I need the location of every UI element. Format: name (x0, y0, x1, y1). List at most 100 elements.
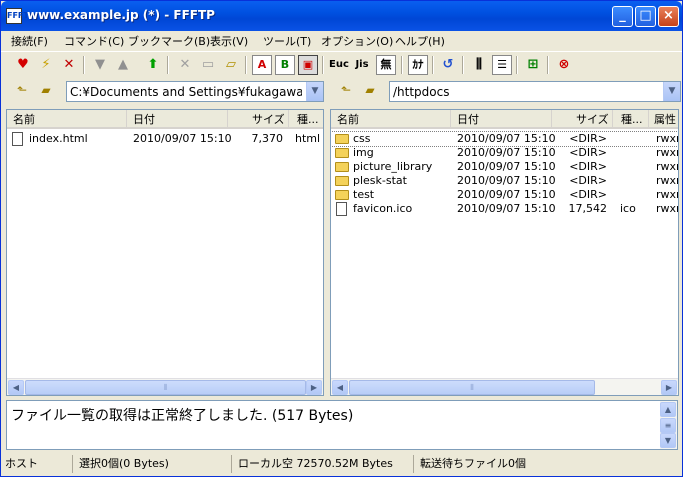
column-size[interactable]: サイズ (552, 110, 613, 129)
remote-file-list[interactable]: 名前 日付 サイズ 種... 属性 css 2010/09/07 15:10 <DI… (330, 109, 679, 396)
local-open-folder-icon[interactable]: ▰ (37, 82, 55, 98)
file-attr: rwxr (656, 146, 679, 159)
remote-parent-folder-icon[interactable]: ⬑ (337, 82, 355, 98)
scroll-left-icon[interactable]: ◀ (332, 380, 348, 395)
status-local-free: ローカル空 72570.52M Bytes (234, 455, 414, 473)
new-folder-icon[interactable]: ▱ (221, 55, 241, 75)
host-euc-icon[interactable]: Euc (329, 55, 349, 75)
scroll-down-icon[interactable]: ▼ (660, 433, 676, 448)
scroll-right-icon[interactable]: ▶ (661, 380, 677, 395)
column-size[interactable]: サイズ (228, 110, 289, 129)
column-type[interactable]: 種... (289, 110, 323, 129)
download-icon[interactable]: ▼ (90, 55, 110, 75)
file-name: img (353, 146, 374, 159)
file-icon (12, 132, 23, 146)
menu-options[interactable]: オプション(O) (321, 33, 393, 49)
local-parent-folder-icon[interactable]: ⬑ (13, 82, 31, 98)
close-button[interactable]: × (658, 6, 679, 27)
file-size: 7,370 (251, 132, 284, 145)
list-item[interactable]: plesk-stat 2010/09/07 15:10 <DIR> rwxr (331, 174, 678, 188)
list-item[interactable]: test 2010/09/07 15:10 <DIR> rwxr (331, 188, 678, 202)
minimize-button[interactable]: _ (612, 6, 633, 27)
column-name[interactable]: 名前 (331, 110, 451, 129)
list-item[interactable]: index.html 2010/09/07 15:10 7,370 html (7, 132, 323, 146)
local-file-list[interactable]: 名前 日付 サイズ 種... index.html 2010/09/07 15:… (6, 109, 324, 396)
file-size: <DIR> (569, 146, 607, 159)
file-attr: rwxr (656, 160, 679, 173)
sync-folder-icon[interactable]: ⊞ (523, 55, 543, 75)
detail-view-icon[interactable]: ☰ (492, 55, 512, 75)
kana-convert-icon[interactable]: ｶﾅ (408, 55, 428, 75)
menu-connect[interactable]: 接続(F) (11, 33, 48, 49)
status-bar: ホスト 選択0個(0 Bytes) ローカル空 72570.52M Bytes … (1, 453, 682, 476)
file-attr: rwxr (656, 188, 679, 201)
menu-bar: 接続(F) コマンド(C) ブックマーク(B) 表示(V) ツール(T) オプシ… (1, 31, 682, 50)
file-size: <DIR> (569, 174, 607, 187)
local-path-bar: ⬑ ▰ C:¥Documents and Settings¥fukagawa¥M… (1, 79, 327, 103)
file-date: 2010/09/07 15:10 (457, 132, 556, 145)
column-date[interactable]: 日付 (451, 110, 552, 129)
local-path-combo[interactable]: C:¥Documents and Settings¥fukagawa¥My Do… (66, 81, 324, 102)
column-attr[interactable]: 属性 (649, 110, 678, 129)
host-jis-icon[interactable]: Jis (352, 55, 372, 75)
upload-icon[interactable]: ▲ (113, 55, 133, 75)
file-date: 2010/09/07 15:10 (457, 146, 556, 159)
menu-view[interactable]: 表示(V) (210, 33, 248, 49)
scroll-right-icon[interactable]: ▶ (306, 380, 322, 395)
log-vertical-scrollbar[interactable]: ▲ ≡ ▼ (660, 401, 677, 449)
remote-path-bar: ⬑ ▰ /httpdocs ▼ (331, 79, 682, 103)
chevron-down-icon[interactable]: ▼ (663, 82, 680, 101)
log-message: ファイル一覧の取得は正常終了しました. (517 Bytes) (11, 408, 354, 424)
toolbar-separator (401, 56, 403, 74)
binary-mode-icon[interactable]: B (275, 55, 295, 75)
local-path-text: C:¥Documents and Settings¥fukagawa¥My Do… (70, 85, 302, 99)
list-view-icon[interactable]: ⫼ (469, 55, 489, 75)
folder-icon (335, 190, 349, 200)
file-date: 2010/09/07 15:10 (457, 202, 556, 215)
remote-open-folder-icon[interactable]: ▰ (361, 82, 379, 98)
toolbar-separator (83, 56, 85, 74)
ascii-mode-icon[interactable]: A (252, 55, 272, 75)
log-panel[interactable]: ファイル一覧の取得は正常終了しました. (517 Bytes) ▲ ≡ ▼ (6, 400, 678, 450)
refresh-icon[interactable]: ↺ (438, 55, 458, 75)
local-horizontal-scrollbar[interactable]: ◀ ⦀ ▶ (7, 378, 323, 395)
connect-icon[interactable]: ♥ (13, 55, 33, 75)
scroll-up-icon[interactable]: ▲ (660, 402, 676, 417)
scroll-thumb[interactable]: ⦀ (349, 380, 595, 395)
list-item[interactable]: picture_library 2010/09/07 15:10 <DIR> rwxr (331, 160, 678, 174)
scroll-thumb[interactable]: ≡ (660, 418, 676, 433)
remote-path-combo[interactable]: /httpdocs ▼ (389, 81, 681, 102)
menu-help[interactable]: ヘルプ(H) (395, 33, 445, 49)
disconnect-icon[interactable]: ✕ (59, 55, 79, 75)
list-item[interactable]: favicon.ico 2010/09/07 15:10 17,542 ico rwxr (331, 202, 678, 216)
rename-icon[interactable]: ▭ (198, 55, 218, 75)
mirror-upload-icon[interactable]: ⬆ (143, 55, 163, 75)
remote-list-header: 名前 日付 サイズ 種... 属性 (331, 110, 678, 129)
menu-command[interactable]: コマンド(C) (64, 33, 124, 49)
file-type: html (295, 132, 321, 145)
list-item[interactable]: css 2010/09/07 15:10 <DIR> rwxr (331, 131, 678, 147)
file-icon (336, 202, 347, 216)
maximize-button[interactable]: □ (635, 6, 656, 27)
auto-mode-icon[interactable]: ▣ (298, 55, 318, 75)
local-list-header: 名前 日付 サイズ 種... (7, 110, 323, 129)
file-name: picture_library (353, 160, 433, 173)
scroll-thumb[interactable]: ⦀ (25, 380, 306, 395)
column-date[interactable]: 日付 (127, 110, 228, 129)
column-type[interactable]: 種... (613, 110, 649, 129)
menu-bookmark[interactable]: ブックマーク(B) (128, 33, 210, 49)
no-convert-icon[interactable]: 無 (376, 55, 396, 75)
column-name[interactable]: 名前 (7, 110, 127, 129)
quick-connect-icon[interactable]: ⚡ (36, 55, 56, 75)
title-bar[interactable]: FFFTP www.example.jp (*) - FFFTP _ □ × (1, 1, 682, 31)
scroll-left-icon[interactable]: ◀ (8, 380, 24, 395)
ffftp-app-icon[interactable]: FFFTP (6, 8, 35, 24)
menu-tools[interactable]: ツール(T) (263, 33, 311, 49)
window-title: www.example.jp (*) - FFFTP (27, 8, 215, 22)
list-item[interactable]: img 2010/09/07 15:10 <DIR> rwxr (331, 146, 678, 160)
chevron-down-icon[interactable]: ▼ (306, 82, 323, 101)
stop-icon[interactable]: ⊗ (554, 55, 574, 75)
file-type: ico (620, 202, 636, 215)
remote-horizontal-scrollbar[interactable]: ◀ ⦀ ▶ (331, 378, 678, 395)
delete-icon[interactable]: ✕ (175, 55, 195, 75)
